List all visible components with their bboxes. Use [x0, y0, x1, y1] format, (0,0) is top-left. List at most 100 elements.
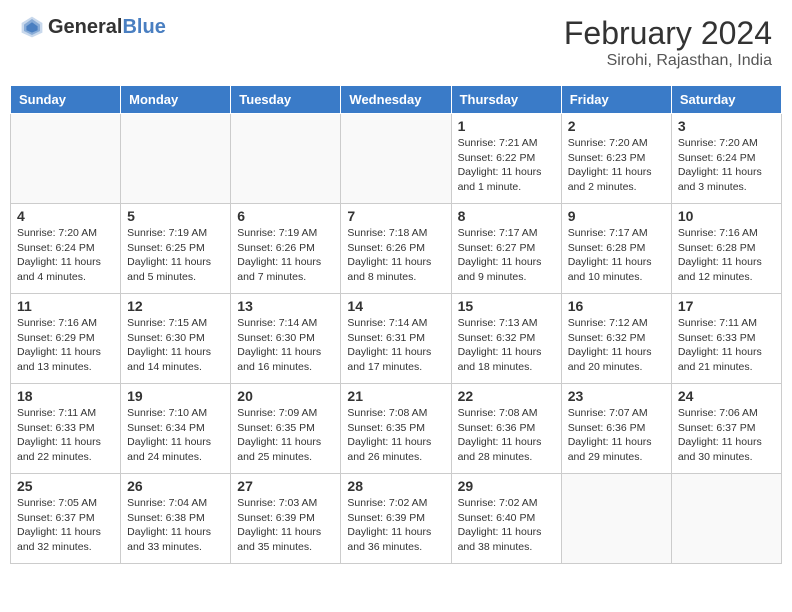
logo-general: General: [48, 16, 122, 38]
calendar-subtitle: Sirohi, Rajasthan, India: [564, 52, 772, 70]
day-info: Sunrise: 7:14 AM Sunset: 6:31 PM Dayligh…: [347, 316, 444, 375]
calendar-cell: 12 Sunrise: 7:15 AM Sunset: 6:30 PM Dayli…: [121, 294, 231, 384]
calendar-cell: 23 Sunrise: 7:07 AM Sunset: 6:36 PM Dayli…: [561, 384, 671, 474]
day-number: 9: [568, 208, 665, 224]
logo: GeneralBlue: [20, 15, 166, 39]
day-number: 23: [568, 388, 665, 404]
day-number: 21: [347, 388, 444, 404]
day-info: Sunrise: 7:09 AM Sunset: 6:35 PM Dayligh…: [237, 406, 334, 465]
calendar-cell: 14 Sunrise: 7:14 AM Sunset: 6:31 PM Dayli…: [341, 294, 451, 384]
calendar-cell: 2 Sunrise: 7:20 AM Sunset: 6:23 PM Daylig…: [561, 114, 671, 204]
day-info: Sunrise: 7:06 AM Sunset: 6:37 PM Dayligh…: [678, 406, 775, 465]
calendar-cell: 10 Sunrise: 7:16 AM Sunset: 6:28 PM Dayli…: [671, 204, 781, 294]
calendar-cell: 27 Sunrise: 7:03 AM Sunset: 6:39 PM Dayli…: [231, 474, 341, 564]
calendar-table: SundayMondayTuesdayWednesdayThursdayFrid…: [10, 85, 782, 564]
calendar-cell: 7 Sunrise: 7:18 AM Sunset: 6:26 PM Daylig…: [341, 204, 451, 294]
day-info: Sunrise: 7:12 AM Sunset: 6:32 PM Dayligh…: [568, 316, 665, 375]
day-number: 11: [17, 298, 114, 314]
calendar-cell: 8Sunrise: 7:17 AM Sunset: 6:27 PM Daylig…: [451, 204, 561, 294]
day-number: 5: [127, 208, 224, 224]
calendar-cell: 1 Sunrise: 7:21 AM Sunset: 6:22 PM Daylig…: [451, 114, 561, 204]
day-number: 29: [458, 478, 555, 494]
calendar-cell: 13Sunrise: 7:14 AM Sunset: 6:30 PM Dayli…: [231, 294, 341, 384]
calendar-cell: [671, 474, 781, 564]
day-number: 2: [568, 118, 665, 134]
column-header-monday: Monday: [121, 86, 231, 114]
logo-icon: [20, 15, 44, 39]
day-info: Sunrise: 7:02 AM Sunset: 6:40 PM Dayligh…: [458, 496, 555, 555]
day-number: 22: [458, 388, 555, 404]
column-header-tuesday: Tuesday: [231, 86, 341, 114]
week-row-4: 18 Sunrise: 7:11 AM Sunset: 6:33 PM Dayli…: [11, 384, 782, 474]
calendar-cell: 21 Sunrise: 7:08 AM Sunset: 6:35 PM Dayli…: [341, 384, 451, 474]
day-number: 4: [17, 208, 114, 224]
title-section: February 2024 Sirohi, Rajasthan, India: [564, 15, 772, 70]
day-number: 18: [17, 388, 114, 404]
day-info: Sunrise: 7:11 AM Sunset: 6:33 PM Dayligh…: [678, 316, 775, 375]
calendar-cell: 9 Sunrise: 7:17 AM Sunset: 6:28 PM Daylig…: [561, 204, 671, 294]
calendar-cell: 15Sunrise: 7:13 AM Sunset: 6:32 PM Dayli…: [451, 294, 561, 384]
day-info: Sunrise: 7:19 AM Sunset: 6:25 PM Dayligh…: [127, 226, 224, 285]
day-number: 19: [127, 388, 224, 404]
day-number: 13: [237, 298, 334, 314]
week-row-5: 25Sunrise: 7:05 AM Sunset: 6:37 PM Dayli…: [11, 474, 782, 564]
day-number: 25: [17, 478, 114, 494]
day-info: Sunrise: 7:11 AM Sunset: 6:33 PM Dayligh…: [17, 406, 114, 465]
day-info: Sunrise: 7:20 AM Sunset: 6:24 PM Dayligh…: [678, 136, 775, 195]
day-number: 7: [347, 208, 444, 224]
day-info: Sunrise: 7:20 AM Sunset: 6:23 PM Dayligh…: [568, 136, 665, 195]
day-info: Sunrise: 7:19 AM Sunset: 6:26 PM Dayligh…: [237, 226, 334, 285]
calendar-header-row: SundayMondayTuesdayWednesdayThursdayFrid…: [11, 86, 782, 114]
calendar-cell: 16 Sunrise: 7:12 AM Sunset: 6:32 PM Dayli…: [561, 294, 671, 384]
calendar-cell: 19 Sunrise: 7:10 AM Sunset: 6:34 PM Dayli…: [121, 384, 231, 474]
day-number: 10: [678, 208, 775, 224]
calendar-cell: [341, 114, 451, 204]
day-info: Sunrise: 7:16 AM Sunset: 6:28 PM Dayligh…: [678, 226, 775, 285]
day-info: Sunrise: 7:18 AM Sunset: 6:26 PM Dayligh…: [347, 226, 444, 285]
day-number: 14: [347, 298, 444, 314]
day-info: Sunrise: 7:15 AM Sunset: 6:30 PM Dayligh…: [127, 316, 224, 375]
day-info: Sunrise: 7:08 AM Sunset: 6:35 PM Dayligh…: [347, 406, 444, 465]
column-header-sunday: Sunday: [11, 86, 121, 114]
day-info: Sunrise: 7:08 AM Sunset: 6:36 PM Dayligh…: [458, 406, 555, 465]
day-number: 26: [127, 478, 224, 494]
logo-blue: Blue: [122, 16, 165, 38]
day-info: Sunrise: 7:07 AM Sunset: 6:36 PM Dayligh…: [568, 406, 665, 465]
calendar-cell: 24 Sunrise: 7:06 AM Sunset: 6:37 PM Dayli…: [671, 384, 781, 474]
calendar-cell: 26 Sunrise: 7:04 AM Sunset: 6:38 PM Dayli…: [121, 474, 231, 564]
day-number: 27: [237, 478, 334, 494]
week-row-2: 4 Sunrise: 7:20 AM Sunset: 6:24 PM Daylig…: [11, 204, 782, 294]
column-header-thursday: Thursday: [451, 86, 561, 114]
column-header-friday: Friday: [561, 86, 671, 114]
day-info: Sunrise: 7:02 AM Sunset: 6:39 PM Dayligh…: [347, 496, 444, 555]
day-number: 1: [458, 118, 555, 134]
day-info: Sunrise: 7:03 AM Sunset: 6:39 PM Dayligh…: [237, 496, 334, 555]
day-info: Sunrise: 7:10 AM Sunset: 6:34 PM Dayligh…: [127, 406, 224, 465]
day-number: 20: [237, 388, 334, 404]
day-number: 15: [458, 298, 555, 314]
day-info: Sunrise: 7:16 AM Sunset: 6:29 PM Dayligh…: [17, 316, 114, 375]
day-number: 24: [678, 388, 775, 404]
calendar-cell: 22 Sunrise: 7:08 AM Sunset: 6:36 PM Dayli…: [451, 384, 561, 474]
day-number: 28: [347, 478, 444, 494]
calendar-cell: 3Sunrise: 7:20 AM Sunset: 6:24 PM Daylig…: [671, 114, 781, 204]
calendar-cell: [121, 114, 231, 204]
day-info: Sunrise: 7:20 AM Sunset: 6:24 PM Dayligh…: [17, 226, 114, 285]
day-number: 16: [568, 298, 665, 314]
calendar-cell: 17 Sunrise: 7:11 AM Sunset: 6:33 PM Dayli…: [671, 294, 781, 384]
day-number: 17: [678, 298, 775, 314]
day-number: 6: [237, 208, 334, 224]
day-info: Sunrise: 7:17 AM Sunset: 6:28 PM Dayligh…: [568, 226, 665, 285]
calendar-cell: 28 Sunrise: 7:02 AM Sunset: 6:39 PM Dayli…: [341, 474, 451, 564]
calendar-cell: 29 Sunrise: 7:02 AM Sunset: 6:40 PM Dayli…: [451, 474, 561, 564]
day-info: Sunrise: 7:04 AM Sunset: 6:38 PM Dayligh…: [127, 496, 224, 555]
calendar-cell: [11, 114, 121, 204]
page-header: GeneralBlue February 2024 Sirohi, Rajast…: [10, 10, 782, 75]
calendar-cell: 11 Sunrise: 7:16 AM Sunset: 6:29 PM Dayli…: [11, 294, 121, 384]
day-number: 12: [127, 298, 224, 314]
column-header-wednesday: Wednesday: [341, 86, 451, 114]
calendar-cell: [231, 114, 341, 204]
day-info: Sunrise: 7:21 AM Sunset: 6:22 PM Dayligh…: [458, 136, 555, 195]
day-number: 8: [458, 208, 555, 224]
calendar-cell: 20 Sunrise: 7:09 AM Sunset: 6:35 PM Dayli…: [231, 384, 341, 474]
